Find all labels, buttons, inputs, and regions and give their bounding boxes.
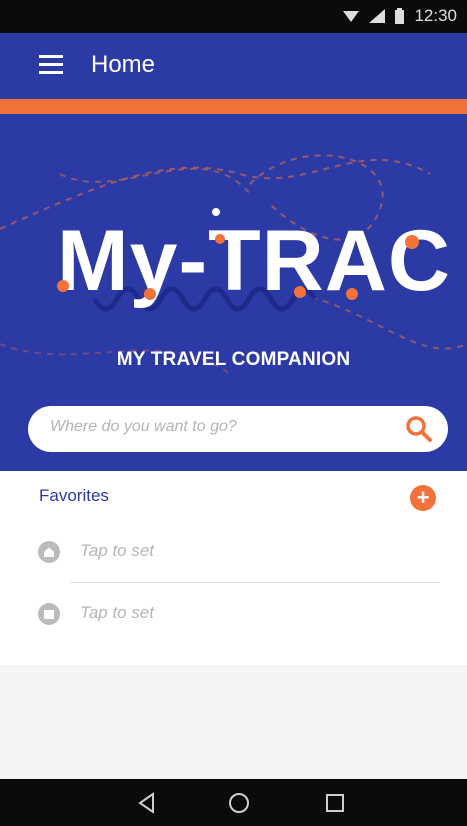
search-bar[interactable] — [28, 406, 448, 452]
favorites-title: Favorites — [39, 486, 109, 505]
status-time: 12:30 — [414, 6, 457, 25]
empty-area — [0, 665, 467, 779]
favorite-item-work[interactable]: Tap to set — [38, 585, 438, 643]
recents-icon[interactable] — [321, 789, 349, 817]
back-icon[interactable] — [133, 789, 161, 817]
favorites-section: Favorites + Tap to set Tap to set — [0, 471, 467, 665]
favorite-item-home[interactable]: Tap to set — [38, 523, 438, 581]
system-nav-bar — [0, 779, 467, 826]
battery-icon — [395, 8, 405, 24]
menu-icon[interactable] — [39, 55, 63, 75]
search-icon[interactable] — [405, 415, 433, 443]
accent-stripe — [0, 99, 467, 114]
home-nav-icon[interactable] — [225, 789, 253, 817]
app-bar: Home — [0, 33, 467, 99]
divider — [70, 582, 440, 583]
hero-banner: My-TRAC MY TRAVEL COMPANION — [0, 114, 467, 471]
search-input[interactable] — [48, 417, 392, 437]
add-favorite-button[interactable]: + — [410, 485, 436, 511]
tagline: MY TRAVEL COMPANION — [116, 349, 351, 370]
work-icon — [38, 603, 60, 625]
wifi-icon — [343, 11, 360, 22]
favorite-item-label: Tap to set — [80, 541, 155, 560]
signal-icon — [369, 9, 386, 23]
home-icon — [38, 541, 60, 563]
page-title: Home — [91, 51, 156, 78]
status-bar: 12:30 — [0, 0, 467, 33]
status-icons: 12:30 — [343, 6, 457, 26]
favorite-item-label: Tap to set — [80, 603, 155, 622]
